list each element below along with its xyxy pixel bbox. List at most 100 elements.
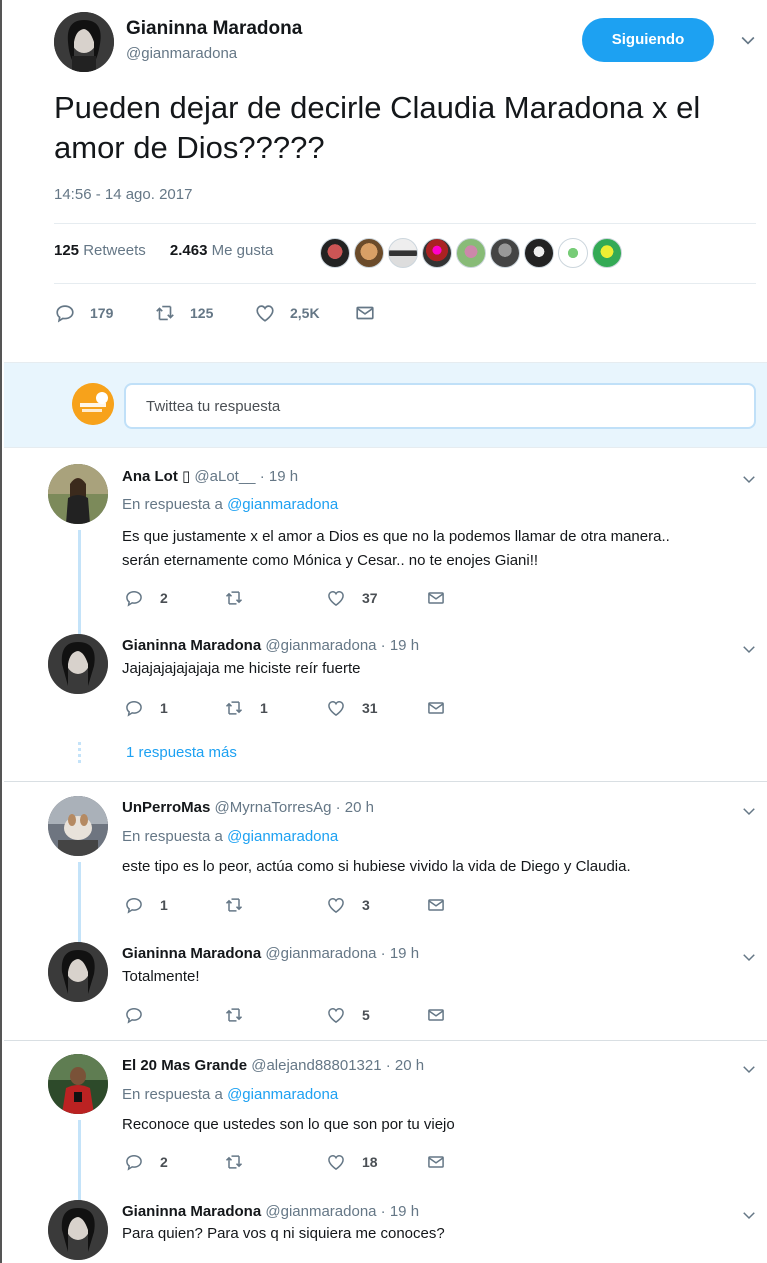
avatar-photo-icon (48, 1054, 108, 1114)
avatar-photo-icon (48, 942, 108, 1002)
chevron-down-icon[interactable] (740, 1060, 758, 1078)
reply-tweet[interactable]: El 20 Mas Grande @alejand88801321 · 20 h… (48, 1054, 764, 1184)
retweet-button[interactable] (224, 1152, 260, 1172)
direct-message-button[interactable] (426, 1152, 446, 1172)
reply-text: Para quien? Para vos q ni siquiera me co… (122, 1225, 445, 1242)
divider (4, 1040, 767, 1041)
avatar[interactable] (48, 464, 108, 524)
chevron-down-icon[interactable] (740, 802, 758, 820)
author-handle[interactable]: @aLot__ · 19 h (194, 468, 298, 485)
heart-icon (326, 895, 346, 915)
reply-header: El 20 Mas Grande @alejand88801321 · 20 h (122, 1057, 424, 1074)
reply-button[interactable]: 179 (54, 302, 154, 324)
author-name[interactable]: El 20 Mas Grande (122, 1057, 247, 1074)
like-button[interactable]: 5 (326, 1005, 370, 1025)
reply-tweet[interactable]: Ana Lot ▯ @aLot__ · 19 h En respuesta a … (48, 464, 764, 614)
reply-header: Ana Lot ▯ @aLot__ · 19 h (122, 467, 298, 485)
envelope-icon (426, 1005, 446, 1025)
direct-message-button[interactable] (426, 895, 446, 915)
direct-message-button[interactable] (426, 1005, 446, 1025)
reply-button[interactable]: 1 (124, 698, 168, 718)
like-button[interactable]: 18 (326, 1152, 378, 1172)
like-button[interactable]: 37 (326, 588, 378, 608)
more-replies-link[interactable]: 1 respuesta más (126, 744, 237, 761)
liker-avatar[interactable] (456, 238, 486, 268)
mention-link[interactable]: @gianmaradona (227, 1086, 338, 1103)
retweet-icon (224, 1152, 244, 1172)
avatar[interactable] (48, 796, 108, 856)
author-name[interactable]: Gianinna Maradona (126, 18, 302, 40)
reply-tweet[interactable]: Gianinna Maradona @gianmaradona · 19 h J… (48, 634, 764, 730)
mention-link[interactable]: @gianmaradona (227, 828, 338, 845)
liker-avatar[interactable] (354, 238, 384, 268)
author-handle[interactable]: @gianmaradona · 19 h (265, 945, 419, 962)
liker-avatar[interactable] (592, 238, 622, 268)
envelope-icon (426, 588, 446, 608)
heart-icon (326, 698, 346, 718)
retweet-icon (224, 588, 244, 608)
retweet-button[interactable]: 125 (154, 302, 254, 324)
liker-avatar[interactable] (422, 238, 452, 268)
author-name[interactable]: Ana Lot ▯ (122, 468, 190, 485)
reply-tweet[interactable]: Gianinna Maradona @gianmaradona · 19 h T… (48, 942, 764, 1032)
reply-input[interactable] (124, 383, 756, 429)
author-name[interactable]: UnPerroMas (122, 799, 210, 816)
retweet-button[interactable]: 1 (224, 698, 268, 718)
chevron-down-icon[interactable] (740, 948, 758, 966)
avatar-photo-icon (54, 12, 114, 72)
envelope-icon (354, 302, 376, 324)
author-name[interactable]: Gianinna Maradona (122, 945, 261, 962)
reply-icon (54, 302, 76, 324)
reply-button[interactable]: 1 (124, 895, 168, 915)
avatar[interactable] (48, 634, 108, 694)
reply-tweet[interactable]: Gianinna Maradona @gianmaradona · 19 h P… (48, 1200, 764, 1263)
chevron-down-icon[interactable] (738, 30, 758, 50)
likes-stat[interactable]: 2.463 Me gusta (170, 242, 283, 259)
chevron-down-icon[interactable] (740, 640, 758, 658)
mention-link[interactable]: @gianmaradona (227, 496, 338, 513)
retweet-button[interactable] (224, 1005, 260, 1025)
author-handle[interactable]: @gianmaradona · 19 h (265, 637, 419, 654)
reply-text: Jajajajajajajaja me hiciste reír fuerte (122, 660, 361, 677)
heart-icon (254, 302, 276, 324)
chevron-down-icon[interactable] (740, 470, 758, 488)
heart-icon (326, 588, 346, 608)
author-name[interactable]: Gianinna Maradona (122, 637, 261, 654)
retweets-stat[interactable]: 125 Retweets (54, 242, 156, 259)
direct-message-button[interactable] (426, 588, 446, 608)
direct-message-button[interactable] (426, 698, 446, 718)
avatar[interactable] (54, 12, 114, 72)
envelope-icon (426, 698, 446, 718)
avatar[interactable] (48, 1054, 108, 1114)
like-button[interactable]: 31 (326, 698, 378, 718)
tweet-timestamp[interactable]: 14:56 - 14 ago. 2017 (54, 186, 192, 203)
following-button[interactable]: Siguiendo (582, 18, 714, 62)
like-button[interactable]: 3 (326, 895, 370, 915)
author-name[interactable]: Gianinna Maradona (122, 1203, 261, 1220)
liker-avatar[interactable] (524, 238, 554, 268)
retweet-button[interactable] (224, 895, 260, 915)
divider (54, 223, 756, 224)
avatar-photo-icon (48, 464, 108, 524)
avatar[interactable] (48, 1200, 108, 1260)
author-handle[interactable]: @gianmaradona (126, 45, 237, 62)
liker-avatar[interactable] (320, 238, 350, 268)
reply-icon (124, 1005, 144, 1025)
reply-button[interactable] (124, 1005, 160, 1025)
reply-tweet[interactable]: UnPerroMas @MyrnaTorresAg · 20 h En resp… (48, 796, 764, 926)
liker-avatar[interactable] (558, 238, 588, 268)
main-tweet-header: Gianinna Maradona @gianmaradona Siguiend… (54, 12, 764, 72)
reply-button[interactable]: 2 (124, 588, 168, 608)
reply-button[interactable]: 2 (124, 1152, 168, 1172)
author-handle[interactable]: @MyrnaTorresAg · 20 h (215, 799, 374, 816)
liker-avatar[interactable] (388, 238, 418, 268)
author-handle[interactable]: @gianmaradona · 19 h (265, 1203, 419, 1220)
retweet-button[interactable] (224, 588, 260, 608)
direct-message-button[interactable] (354, 302, 376, 324)
main-tweet-actions: 179 125 2,5K (54, 300, 376, 326)
author-handle[interactable]: @alejand88801321 · 20 h (251, 1057, 424, 1074)
reply-header: UnPerroMas @MyrnaTorresAg · 20 h (122, 799, 374, 816)
like-button[interactable]: 2,5K (254, 302, 354, 324)
avatar[interactable] (48, 942, 108, 1002)
liker-avatar[interactable] (490, 238, 520, 268)
